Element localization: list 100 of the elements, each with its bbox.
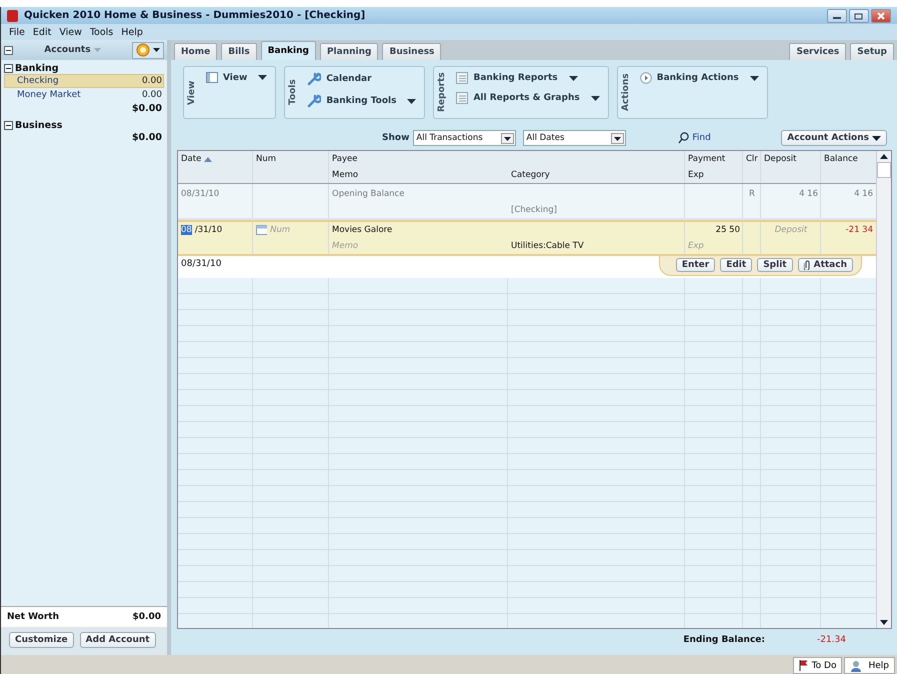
menu-item[interactable]: Tools bbox=[90, 26, 114, 38]
coin-icon bbox=[136, 43, 150, 57]
tab[interactable]: Business bbox=[382, 43, 442, 60]
register-button[interactable]: Edit bbox=[720, 258, 752, 272]
column-header[interactable]: Exp bbox=[685, 167, 743, 183]
tab[interactable]: Bills bbox=[221, 43, 257, 60]
close-button[interactable] bbox=[871, 8, 891, 22]
find-link[interactable]: Find bbox=[678, 132, 711, 144]
payment-field[interactable]: 25 50 bbox=[685, 222, 743, 238]
column-header[interactable]: Clr bbox=[743, 151, 761, 167]
net-worth-value: $0.00 bbox=[132, 612, 161, 622]
account-actions-button[interactable]: Account Actions bbox=[781, 130, 887, 146]
table-cell-text: [Checking] bbox=[510, 204, 558, 217]
sort-icon bbox=[204, 156, 212, 162]
column-header[interactable]: Deposit bbox=[761, 151, 821, 167]
window-title: Quicken 2010 Home & Business - Dummies2010 - [Checking] bbox=[24, 10, 366, 21]
sidebar-button[interactable]: Add Account bbox=[80, 632, 156, 648]
play-icon bbox=[640, 72, 652, 84]
toolbar-button[interactable]: Banking Actions bbox=[638, 70, 761, 86]
column-header[interactable]: Date bbox=[178, 151, 253, 167]
window-icon bbox=[206, 72, 218, 83]
status-button[interactable]: To Do bbox=[792, 657, 842, 674]
account-item[interactable]: Money Market 0.00 bbox=[4, 88, 164, 102]
exp-field[interactable]: Exp bbox=[688, 241, 740, 251]
editing-transaction-row[interactable]: 08 /31/10 Num Movies Galore 25 50 Deposit -21 34 Memo Utilities:Cable TV Exp bbox=[178, 220, 876, 256]
column-header[interactable]: Payment bbox=[685, 151, 743, 167]
collapse-icon[interactable] bbox=[4, 46, 13, 54]
report-icon bbox=[456, 72, 468, 84]
account-group[interactable]: Business bbox=[15, 120, 62, 131]
app-logo-icon bbox=[7, 10, 18, 22]
restore-icon bbox=[854, 12, 864, 20]
table-cell-text: 08/31/10 bbox=[180, 188, 220, 201]
column-header[interactable]: Num bbox=[253, 151, 329, 167]
filter-dropdown[interactable]: All Dates bbox=[523, 130, 626, 146]
menu-item[interactable]: File bbox=[9, 26, 25, 38]
column-header[interactable]: Balance bbox=[821, 151, 876, 167]
scroll-down-icon[interactable] bbox=[880, 620, 888, 625]
balance-cell-text: -21 34 bbox=[844, 224, 874, 237]
caret-icon bbox=[590, 96, 600, 100]
table-cell-text: Opening Balance bbox=[331, 188, 406, 201]
ending-balance-value: -21.34 bbox=[816, 635, 846, 645]
toolbar-button[interactable]: View bbox=[204, 70, 270, 85]
account-item[interactable]: Checking 0.00 bbox=[4, 74, 164, 88]
tab[interactable]: Planning bbox=[320, 43, 378, 60]
collapse-icon[interactable] bbox=[4, 121, 13, 130]
panel-label: View bbox=[186, 79, 198, 107]
panel-label: Tools bbox=[287, 78, 300, 108]
account-group[interactable]: Banking bbox=[15, 63, 59, 74]
caret-icon bbox=[407, 98, 416, 104]
scroll-up-icon[interactable] bbox=[880, 154, 888, 159]
transaction-row[interactable]: 08/31/10 Opening Balance R 4 16 4 16 [Checking] bbox=[178, 184, 876, 220]
register-button[interactable]: Attach bbox=[798, 258, 853, 272]
minimize-button[interactable] bbox=[827, 8, 847, 22]
status-button[interactable]: Help bbox=[844, 657, 895, 674]
calendar-icon[interactable] bbox=[256, 225, 268, 235]
memo-field[interactable]: Memo bbox=[332, 241, 505, 251]
tab[interactable]: Services bbox=[789, 43, 846, 60]
menu-item[interactable]: View bbox=[59, 26, 82, 38]
date-field[interactable]: 08/31/10 bbox=[178, 256, 224, 272]
collapse-icon[interactable] bbox=[4, 64, 13, 73]
menu-item[interactable]: Edit bbox=[32, 26, 52, 38]
wrench-icon bbox=[307, 94, 322, 108]
toolbar-button[interactable]: Calendar bbox=[305, 70, 418, 88]
show-label: Show bbox=[382, 133, 410, 143]
caret-icon bbox=[153, 48, 160, 52]
table-cell-text: R bbox=[748, 188, 756, 201]
tab[interactable]: Banking bbox=[260, 41, 316, 60]
table-cell-text: 4 16 bbox=[853, 188, 874, 201]
search-icon bbox=[678, 132, 690, 144]
num-field[interactable]: Num bbox=[270, 225, 326, 235]
register-button[interactable]: Enter bbox=[676, 258, 716, 272]
column-header[interactable]: Memo bbox=[329, 167, 508, 183]
toolbar-button[interactable]: Banking Tools bbox=[305, 92, 418, 110]
panel-label: Reports bbox=[436, 72, 448, 114]
restore-button[interactable] bbox=[849, 8, 869, 22]
menu-item[interactable]: Help bbox=[121, 26, 143, 38]
toolbar-button[interactable]: Banking Reports bbox=[454, 70, 602, 86]
caret-icon bbox=[872, 136, 881, 140]
close-icon bbox=[876, 12, 886, 20]
toolbar-button[interactable]: All Reports & Graphs bbox=[454, 90, 602, 106]
payee-field[interactable]: Movies Galore bbox=[329, 222, 685, 238]
sidebar-button[interactable]: Customize bbox=[9, 632, 74, 648]
caret-icon bbox=[94, 48, 101, 52]
column-header[interactable]: Payee bbox=[329, 151, 685, 167]
date-field[interactable]: 08 /31/10 bbox=[178, 222, 253, 238]
filter-dropdown[interactable]: All Transactions bbox=[413, 130, 516, 146]
tab[interactable]: Home bbox=[174, 43, 218, 60]
deposit-field[interactable]: Deposit bbox=[764, 225, 818, 235]
update-button[interactable] bbox=[132, 42, 164, 58]
caret-icon bbox=[501, 132, 514, 144]
scrollbar[interactable] bbox=[876, 151, 891, 628]
category-field[interactable]: Utilities:Cable TV bbox=[508, 238, 685, 254]
table-cell-text: 4 16 bbox=[798, 188, 819, 201]
register-button[interactable]: Split bbox=[757, 258, 793, 272]
caret-icon bbox=[611, 132, 624, 144]
tab[interactable]: Setup bbox=[850, 43, 894, 60]
scroll-thumb[interactable] bbox=[877, 162, 891, 178]
accounts-dropdown[interactable]: Accounts bbox=[17, 45, 128, 55]
column-header[interactable]: Category bbox=[508, 167, 685, 183]
ending-balance-label: Ending Balance: bbox=[683, 635, 765, 645]
